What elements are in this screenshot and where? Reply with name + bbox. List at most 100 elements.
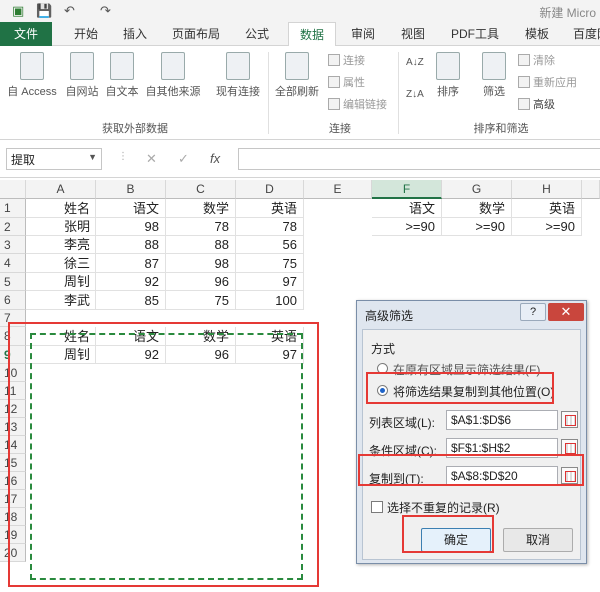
cancel-button[interactable]: 取消 bbox=[503, 528, 573, 552]
column-header[interactable]: C bbox=[166, 180, 236, 199]
from-text-button[interactable]: 自文本 bbox=[102, 52, 142, 99]
cell[interactable]: 英语 bbox=[236, 199, 304, 218]
refresh-all-button[interactable]: 全部刷新 bbox=[272, 52, 322, 99]
drag-handle-icon[interactable]: ⋮ bbox=[118, 151, 128, 162]
access-icon bbox=[20, 52, 44, 80]
cell[interactable]: 75 bbox=[166, 291, 236, 310]
cell[interactable]: 李武 bbox=[26, 291, 96, 310]
from-access-button[interactable]: 自 Access bbox=[4, 52, 60, 99]
chevron-down-icon[interactable]: ▼ bbox=[88, 152, 97, 162]
insert-function-icon[interactable]: fx bbox=[210, 151, 220, 166]
filter-button[interactable]: 筛选 bbox=[476, 52, 512, 99]
cancel-icon[interactable]: ✕ bbox=[146, 151, 157, 167]
row-header[interactable]: 4 bbox=[0, 254, 26, 273]
unique-records-checkbox[interactable] bbox=[371, 501, 383, 513]
row-header[interactable]: 5 bbox=[0, 273, 26, 291]
cell[interactable]: 李亮 bbox=[26, 236, 96, 254]
advanced-filter-button[interactable]: 高级 bbox=[518, 96, 555, 114]
column-header[interactable]: H bbox=[512, 180, 582, 199]
formula-input[interactable] bbox=[238, 148, 600, 170]
unique-records-label[interactable]: 选择不重复的记录(R) bbox=[387, 499, 500, 516]
clear-filter-button[interactable]: 清除 bbox=[518, 52, 555, 70]
existing-connections-icon bbox=[226, 52, 250, 80]
row-header[interactable]: 6 bbox=[0, 291, 26, 310]
reapply-label: 重新应用 bbox=[533, 77, 577, 89]
cell[interactable]: 92 bbox=[96, 273, 166, 291]
cell[interactable]: 78 bbox=[166, 218, 236, 236]
cell[interactable]: 97 bbox=[236, 273, 304, 291]
tab-page-layout[interactable]: 页面布局 bbox=[164, 22, 228, 46]
column-header-selected[interactable]: F bbox=[372, 180, 442, 199]
column-header[interactable]: A bbox=[26, 180, 96, 199]
cell[interactable]: 96 bbox=[166, 273, 236, 291]
cell[interactable]: 98 bbox=[96, 218, 166, 236]
tab-review[interactable]: 审阅 bbox=[340, 22, 386, 46]
from-other-sources-button[interactable]: 自其他来源 bbox=[142, 52, 204, 99]
enter-icon[interactable]: ✓ bbox=[178, 151, 189, 167]
tab-templates[interactable]: 模板 bbox=[514, 22, 560, 46]
cell[interactable]: >=90 bbox=[512, 218, 582, 236]
ribbon-separator bbox=[268, 52, 269, 134]
sort-descending-button[interactable]: Z↓A bbox=[406, 86, 424, 104]
cell[interactable]: >=90 bbox=[442, 218, 512, 236]
refresh-icon bbox=[285, 52, 309, 80]
sort-button[interactable]: 排序 bbox=[432, 52, 464, 99]
tab-baidu[interactable]: 百度网 bbox=[566, 22, 600, 46]
cell[interactable]: 英语 bbox=[512, 199, 582, 218]
tab-home[interactable]: 开始 bbox=[62, 22, 110, 46]
tab-formulas[interactable]: 公式 bbox=[234, 22, 280, 46]
from-web-button[interactable]: 自网站 bbox=[62, 52, 102, 99]
tab-file[interactable]: 文件 bbox=[0, 22, 52, 46]
sort-ascending-button[interactable]: A↓Z bbox=[406, 54, 424, 72]
column-header[interactable]: G bbox=[442, 180, 512, 199]
column-header[interactable]: E bbox=[304, 180, 372, 199]
excel-logo-icon: ▣ bbox=[12, 3, 25, 18]
close-button[interactable]: ✕ bbox=[548, 303, 584, 321]
cell[interactable]: 100 bbox=[236, 291, 304, 310]
filter-funnel-icon bbox=[482, 52, 506, 80]
help-button[interactable]: ? bbox=[520, 303, 546, 321]
formula-bar: 提取 ▼ ⋮ ✕ ✓ fx bbox=[0, 140, 600, 178]
column-header[interactable]: D bbox=[236, 180, 304, 199]
row-header[interactable]: 3 bbox=[0, 236, 26, 254]
cell[interactable]: 语文 bbox=[372, 199, 442, 218]
row-header[interactable]: 2 bbox=[0, 218, 26, 236]
tab-view[interactable]: 视图 bbox=[390, 22, 436, 46]
cell[interactable]: 88 bbox=[96, 236, 166, 254]
save-icon[interactable]: 💾 bbox=[36, 3, 52, 19]
from-other-sources-label: 自其他来源 bbox=[145, 86, 201, 98]
connections-button[interactable]: 连接 bbox=[328, 52, 365, 70]
row-header[interactable]: 1 bbox=[0, 199, 26, 218]
cell[interactable]: 87 bbox=[96, 254, 166, 273]
tab-pdf-tools[interactable]: PDF工具 bbox=[444, 22, 506, 46]
cell[interactable]: 数学 bbox=[442, 199, 512, 218]
cell[interactable]: 56 bbox=[236, 236, 304, 254]
cell[interactable]: 张明 bbox=[26, 218, 96, 236]
reapply-button[interactable]: 重新应用 bbox=[518, 74, 577, 92]
cell[interactable]: 周钊 bbox=[26, 273, 96, 291]
range-picker-icon[interactable] bbox=[561, 411, 578, 428]
cell[interactable]: 姓名 bbox=[26, 199, 96, 218]
list-range-input[interactable]: $A$1:$D$6 bbox=[446, 410, 558, 430]
existing-connections-button[interactable]: 现有连接 bbox=[212, 52, 264, 99]
properties-button[interactable]: 属性 bbox=[328, 74, 365, 92]
column-header[interactable]: B bbox=[96, 180, 166, 199]
cell[interactable]: 85 bbox=[96, 291, 166, 310]
select-all-corner[interactable] bbox=[0, 180, 26, 199]
cell[interactable]: 78 bbox=[236, 218, 304, 236]
cell[interactable]: 88 bbox=[166, 236, 236, 254]
edit-links-button[interactable]: 编辑链接 bbox=[328, 96, 387, 114]
column-header[interactable] bbox=[582, 180, 600, 199]
redo-icon[interactable]: ↷ bbox=[100, 3, 111, 19]
undo-icon[interactable]: ↶ bbox=[64, 3, 75, 19]
cell[interactable]: >=90 bbox=[372, 218, 442, 236]
cell[interactable]: 语文 bbox=[96, 199, 166, 218]
cell[interactable]: 98 bbox=[166, 254, 236, 273]
cell[interactable]: 数学 bbox=[166, 199, 236, 218]
cell[interactable]: 75 bbox=[236, 254, 304, 273]
tab-data[interactable]: 数据 bbox=[288, 22, 336, 47]
from-text-label: 自文本 bbox=[105, 86, 139, 98]
tab-insert[interactable]: 插入 bbox=[112, 22, 158, 46]
name-box[interactable]: 提取 ▼ bbox=[6, 148, 102, 170]
cell[interactable]: 徐三 bbox=[26, 254, 96, 273]
